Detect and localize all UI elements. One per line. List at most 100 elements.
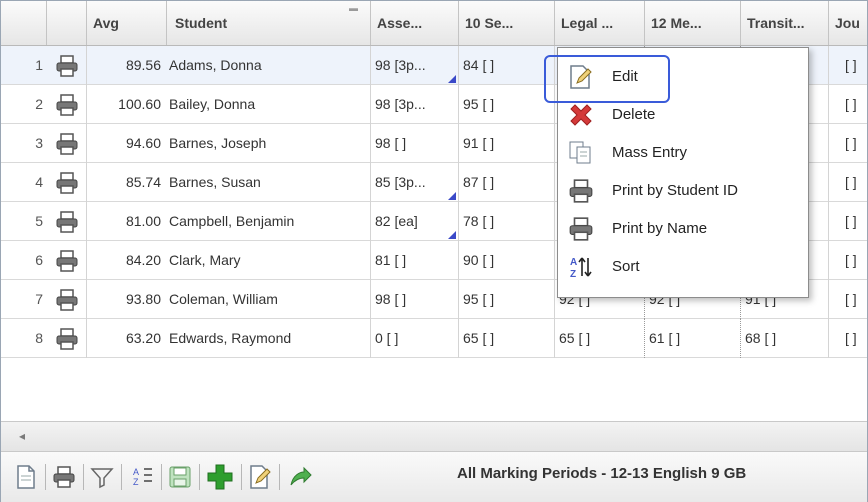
score-cell[interactable]: 95 [ ] xyxy=(459,280,555,319)
print-icon[interactable] xyxy=(47,202,87,241)
svg-text:A: A xyxy=(570,257,577,268)
footer-title: All Marking Periods - 12-13 English 9 GB xyxy=(457,465,747,482)
score-value: 82 [ea] xyxy=(375,213,418,229)
score-cell[interactable]: 98 [ ] xyxy=(371,280,459,319)
score-cell[interactable]: [ ] xyxy=(829,163,867,202)
average-cell: 63.20 xyxy=(125,330,161,346)
score-cell[interactable]: 90 [ ] xyxy=(459,241,555,280)
header-print xyxy=(47,1,87,45)
print-icon[interactable] xyxy=(47,163,87,202)
student-name-cell[interactable]: Barnes, Susan xyxy=(167,163,371,202)
average-cell: 84.20 xyxy=(125,252,161,268)
new-icon[interactable] xyxy=(13,464,39,490)
row-number: 1 xyxy=(35,57,43,73)
average-cell: 100.60 xyxy=(118,96,161,112)
footer-toolbar: AZ All Marking Periods - 12-13 English 9… xyxy=(1,451,867,502)
menu-item-mass-entry[interactable]: Mass Entry xyxy=(558,134,808,172)
print-icon xyxy=(568,216,594,242)
add-icon[interactable] xyxy=(207,464,233,490)
score-cell[interactable]: 85 [3p... xyxy=(371,163,459,202)
comment-marker-icon xyxy=(448,192,456,200)
scroll-left-icon[interactable]: ◂ xyxy=(19,429,25,443)
sort-icon: AZ xyxy=(568,254,594,280)
menu-item-print-by-name[interactable]: Print by Name xyxy=(558,210,808,248)
filter-icon[interactable] xyxy=(89,464,115,490)
average-cell: 85.74 xyxy=(125,174,161,190)
print-icon[interactable] xyxy=(47,280,87,319)
score-cell[interactable]: 61 [ ] xyxy=(645,319,741,358)
student-name-cell[interactable]: Clark, Mary xyxy=(167,241,371,280)
student-name-cell[interactable]: Edwards, Raymond xyxy=(167,319,371,358)
print-icon[interactable] xyxy=(47,46,87,85)
score-value: 98 [ ] xyxy=(375,135,407,151)
student-name-cell[interactable]: Campbell, Benjamin xyxy=(167,202,371,241)
print-icon[interactable] xyxy=(51,464,77,490)
score-cell[interactable]: 82 [ea] xyxy=(371,202,459,241)
print-icon[interactable] xyxy=(47,85,87,124)
score-cell[interactable]: 84 [ ] xyxy=(459,46,555,85)
row-number: 5 xyxy=(35,213,43,229)
header-student[interactable]: Student ▬ xyxy=(167,1,371,45)
score-cell[interactable]: [ ] xyxy=(829,280,867,319)
row-number: 7 xyxy=(35,291,43,307)
score-cell[interactable]: 68 [ ] xyxy=(741,319,829,358)
gradebook-window: Avg Student ▬ Asse... 10 Se... Legal ...… xyxy=(0,0,868,502)
row-number: 2 xyxy=(35,96,43,112)
header-avg[interactable]: Avg xyxy=(87,1,167,45)
header-12-me[interactable]: 12 Me... xyxy=(645,1,741,45)
score-cell[interactable]: [ ] xyxy=(829,46,867,85)
print-icon[interactable] xyxy=(47,241,87,280)
score-cell[interactable]: 91 [ ] xyxy=(459,124,555,163)
student-name-cell[interactable]: Barnes, Joseph xyxy=(167,124,371,163)
print-icon[interactable] xyxy=(47,319,87,358)
header-student-label: Student xyxy=(175,15,228,31)
student-name-cell[interactable]: Coleman, William xyxy=(167,280,371,319)
score-cell[interactable]: [ ] xyxy=(829,241,867,280)
score-cell[interactable]: 81 [ ] xyxy=(371,241,459,280)
score-value: 98 [3p... xyxy=(375,57,426,73)
horizontal-scrollbar[interactable]: ◂ xyxy=(1,421,867,452)
score-cell[interactable]: 87 [ ] xyxy=(459,163,555,202)
score-cell[interactable]: 98 [3p... xyxy=(371,85,459,124)
average-cell: 94.60 xyxy=(125,135,161,151)
score-cell[interactable]: [ ] xyxy=(829,85,867,124)
score-cell[interactable]: [ ] xyxy=(829,124,867,163)
row-number: 3 xyxy=(35,135,43,151)
student-name-cell[interactable]: Adams, Donna xyxy=(167,46,371,85)
score-value: 81 [ ] xyxy=(375,252,407,268)
header-assessment[interactable]: Asse... xyxy=(371,1,459,45)
score-cell[interactable]: 0 [ ] xyxy=(371,319,459,358)
student-name-cell[interactable]: Bailey, Donna xyxy=(167,85,371,124)
print-icon xyxy=(568,178,594,204)
sort-icon[interactable]: AZ xyxy=(129,464,155,490)
save-icon[interactable] xyxy=(167,464,193,490)
svg-text:Z: Z xyxy=(570,269,576,280)
score-cell[interactable]: 65 [ ] xyxy=(459,319,555,358)
print-icon[interactable] xyxy=(47,124,87,163)
score-cell[interactable]: 98 [ ] xyxy=(371,124,459,163)
score-cell[interactable]: 98 [3p... xyxy=(371,46,459,85)
header-rownum xyxy=(1,1,47,45)
svg-text:Z: Z xyxy=(133,477,139,487)
row-number: 4 xyxy=(35,174,43,190)
comment-marker-icon xyxy=(448,75,456,83)
row-number: 6 xyxy=(35,252,43,268)
score-cell[interactable]: 65 [ ] xyxy=(555,319,645,358)
svg-text:A: A xyxy=(133,467,139,477)
score-cell[interactable]: [ ] xyxy=(829,319,867,358)
score-cell[interactable]: 95 [ ] xyxy=(459,85,555,124)
header-legal[interactable]: Legal ... xyxy=(555,1,645,45)
score-value: 0 [ ] xyxy=(375,330,399,346)
score-cell[interactable]: [ ] xyxy=(829,202,867,241)
header-jou[interactable]: Jou xyxy=(829,1,867,45)
header-10-se[interactable]: 10 Se... xyxy=(459,1,555,45)
edit-icon[interactable] xyxy=(247,464,273,490)
edit-highlight xyxy=(544,55,670,103)
menu-item-sort[interactable]: AZ Sort xyxy=(558,248,808,286)
score-cell[interactable]: 78 [ ] xyxy=(459,202,555,241)
header-transit[interactable]: Transit... xyxy=(741,1,829,45)
average-cell: 81.00 xyxy=(125,213,161,229)
refresh-icon[interactable] xyxy=(287,464,313,490)
menu-item-print-by-student-id[interactable]: Print by Student ID xyxy=(558,172,808,210)
table-row[interactable]: 8 63.20 Edwards, Raymond 0 [ ] 65 [ ] 65 [ ] 6… xyxy=(1,319,867,358)
